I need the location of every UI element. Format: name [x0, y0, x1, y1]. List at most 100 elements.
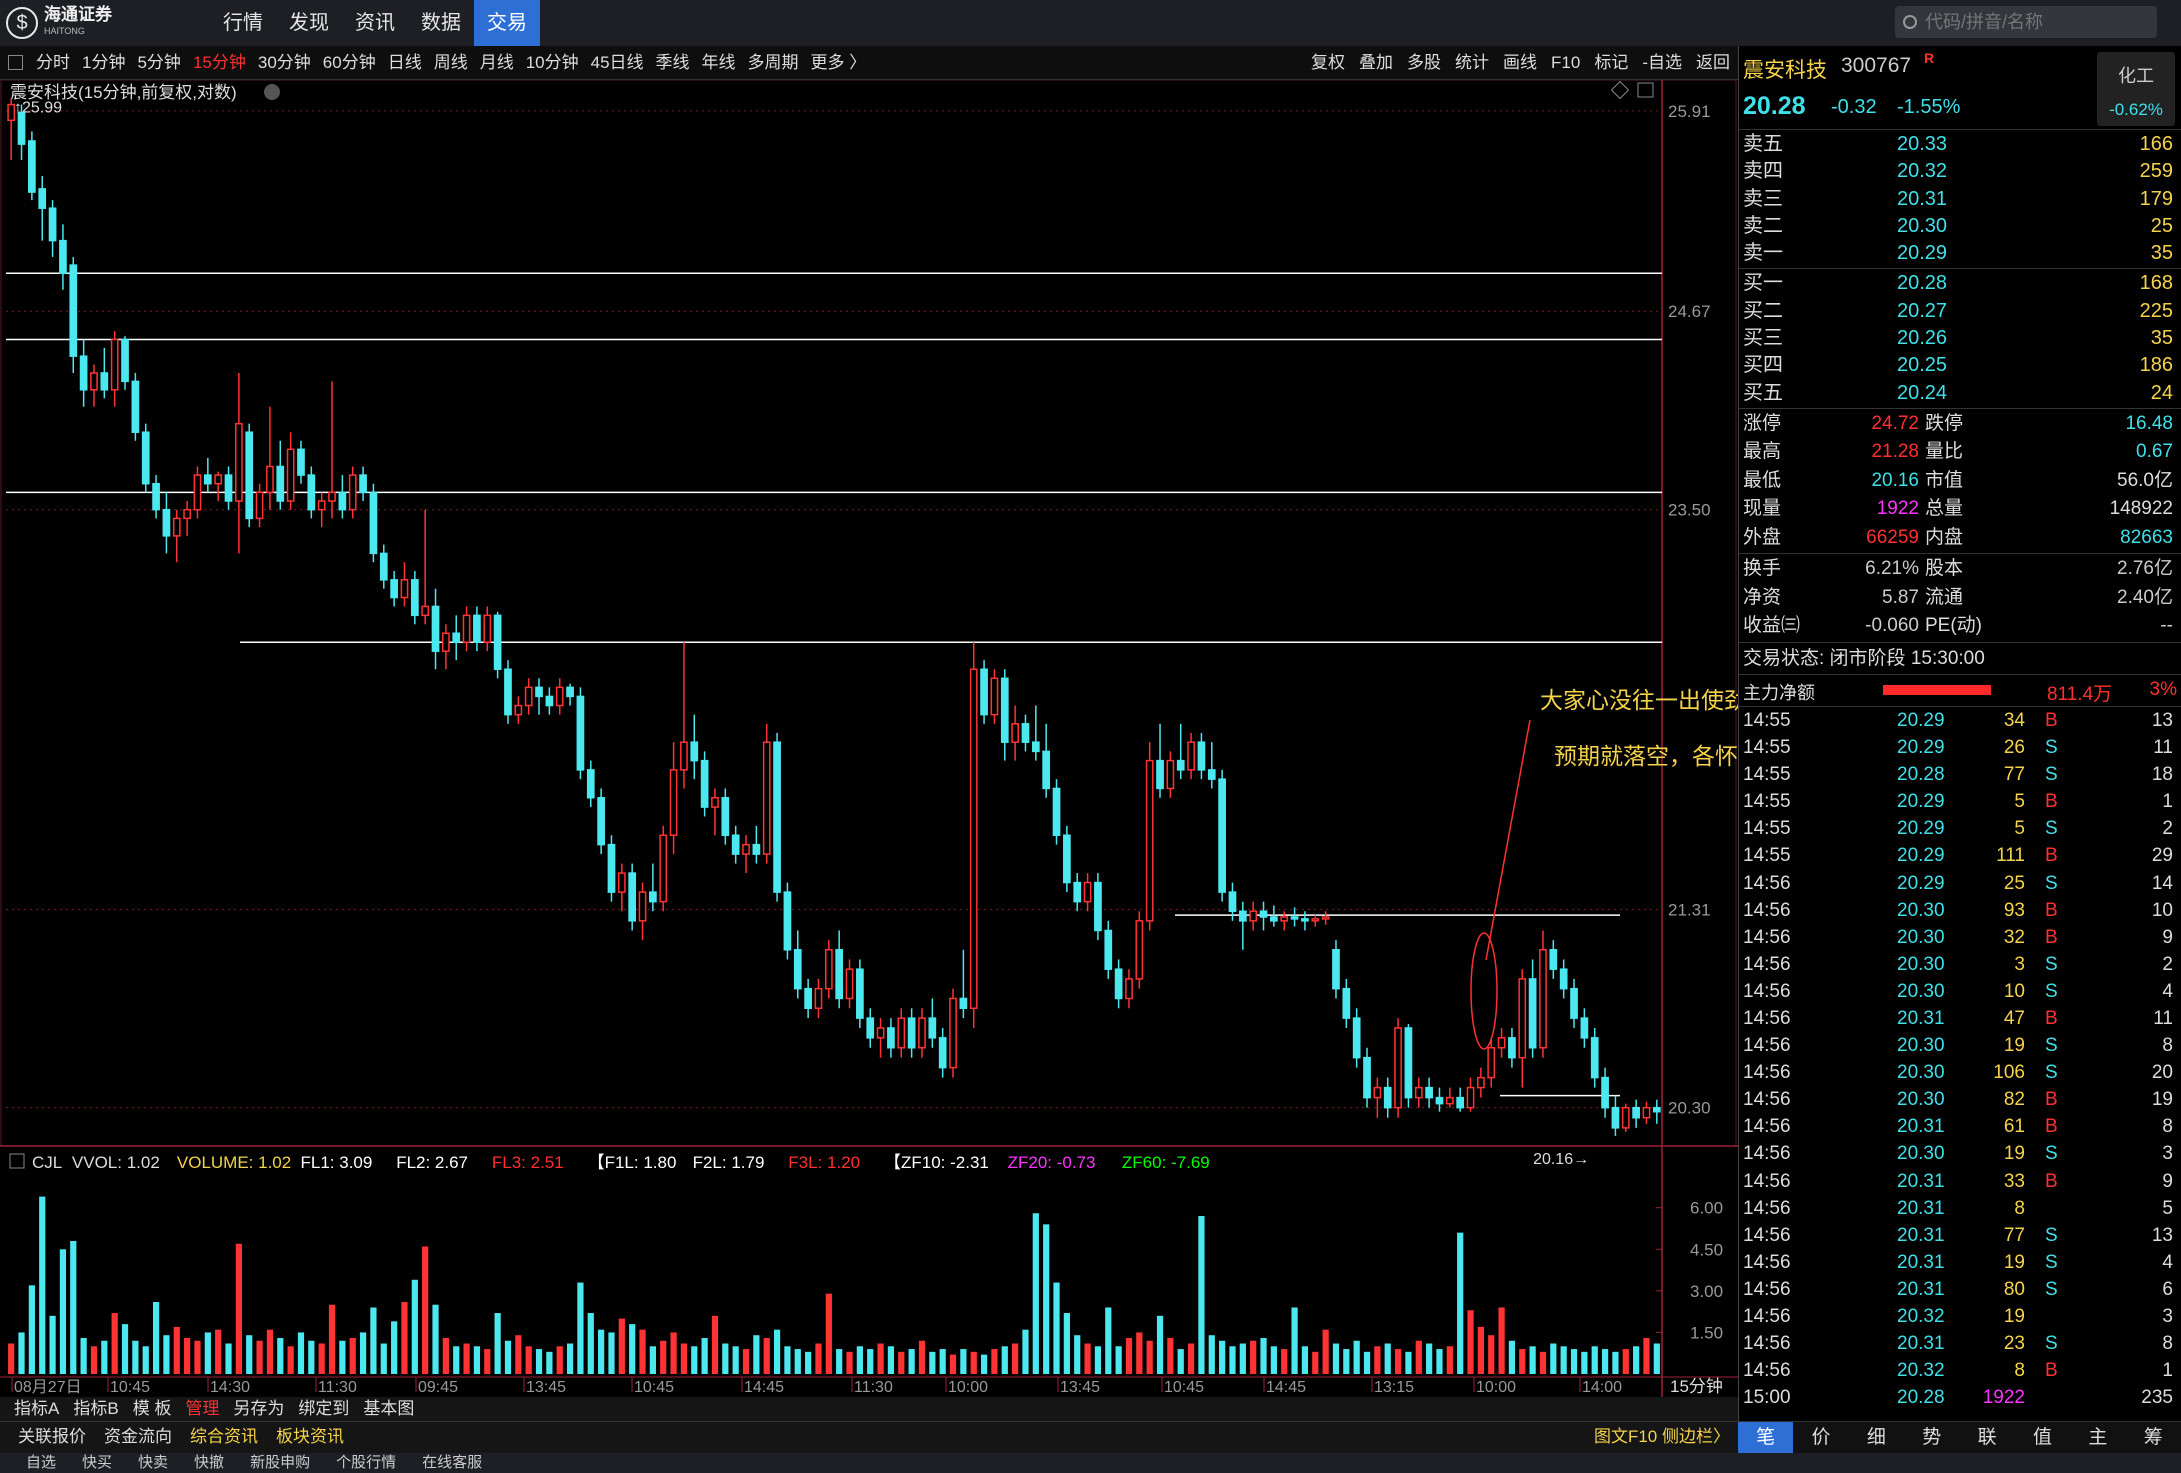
tick-row: 14:56 20.30 19 S 8: [1739, 1032, 2181, 1059]
tick-side: S: [2045, 737, 2058, 759]
period-tab-12[interactable]: 年线: [702, 46, 736, 80]
tool-3[interactable]: 统计: [1455, 46, 1489, 80]
nav-0[interactable]: 行情: [210, 0, 276, 46]
sidebar-tab-1[interactable]: 价: [1793, 1422, 1848, 1453]
candle-body: [1042, 750, 1051, 790]
sidebar-tab-2[interactable]: 细: [1849, 1422, 1904, 1453]
candle-body: [193, 474, 202, 511]
tick-price: 20.30: [1897, 1035, 1945, 1057]
period-tab-9[interactable]: 10分钟: [526, 46, 579, 80]
indicator-tab-0[interactable]: 指标A: [14, 1397, 59, 1421]
nav-2[interactable]: 资讯: [342, 0, 408, 46]
tool-2[interactable]: 多股: [1407, 46, 1441, 80]
tool-5[interactable]: F10: [1551, 46, 1580, 80]
tick-volume: 47: [2003, 1008, 2025, 1029]
tool-8[interactable]: 返回: [1696, 46, 1730, 80]
status-item-4[interactable]: 新股申购: [250, 1453, 310, 1473]
candle: [566, 683, 574, 706]
status-item-1[interactable]: 快买: [82, 1453, 112, 1473]
kline-chart[interactable]: 震安科技(15分钟,前复权,对数)25.9124.6723.5021.3120.…: [0, 80, 1738, 1397]
sidebar-tab-3[interactable]: 势: [1904, 1422, 1959, 1453]
tick-volume: 33: [2003, 1170, 2025, 1192]
period-tab-6[interactable]: 日线: [388, 46, 422, 80]
indicator-tab-1[interactable]: 指标B: [73, 1397, 118, 1421]
tick-price: 20.30: [1897, 926, 1945, 948]
volume-bar: [1560, 1346, 1567, 1374]
info-tab-1[interactable]: 资金流向: [104, 1422, 172, 1452]
trade-status: 交易状态: 闭市阶段 15:30:00: [1739, 643, 2181, 675]
window-box-icon[interactable]: [8, 55, 23, 70]
period-tabs: 分时 1分钟 5分钟 15分钟 30分钟 60分钟 日线 周线 月线 10分钟 45日线 季线 年线 多周…: [36, 46, 878, 80]
tool-1[interactable]: 叠加: [1359, 46, 1393, 80]
candle-body: [452, 632, 461, 643]
nav-4[interactable]: 交易: [474, 0, 540, 46]
tool-0[interactable]: 复权: [1311, 46, 1345, 80]
period-tab-13[interactable]: 多周期: [748, 46, 799, 80]
candle: [214, 471, 223, 502]
candle-body: [162, 508, 171, 537]
f10-sidebar-toggle[interactable]: 图文F10 侧边栏〉: [1594, 1422, 1730, 1452]
tool-7[interactable]: -自选: [1642, 46, 1682, 80]
status-item-5[interactable]: 个股行情: [336, 1453, 396, 1473]
nav-1[interactable]: 发现: [276, 0, 342, 46]
candle-body: [1549, 949, 1558, 970]
x-tick-label: 10:45: [110, 1379, 150, 1396]
indicator-tab-3[interactable]: 管理: [185, 1397, 219, 1421]
candle-body: [359, 474, 367, 494]
volume-bar: [1219, 1340, 1226, 1374]
status-item-3[interactable]: 快撤: [194, 1453, 224, 1473]
volume-bar: [1136, 1332, 1143, 1374]
candle: [473, 606, 481, 652]
period-tab-3[interactable]: 15分钟: [193, 46, 246, 80]
status-item-6[interactable]: 在线客服: [422, 1453, 482, 1473]
period-tab-2[interactable]: 5分钟: [137, 46, 180, 80]
info-tab-3[interactable]: 板块资讯: [276, 1422, 344, 1452]
indicator-tab-5[interactable]: 绑定到: [298, 1397, 349, 1421]
candle-body: [1642, 1106, 1651, 1119]
sidebar-tab-7[interactable]: 筹: [2126, 1422, 2181, 1453]
search-input[interactable]: [1925, 11, 2145, 33]
search-box[interactable]: [1895, 6, 2157, 38]
sidebar-tab-6[interactable]: 主: [2070, 1422, 2125, 1453]
volume-bar: [1281, 1349, 1288, 1374]
candle: [1000, 669, 1009, 761]
info-tab-2[interactable]: 综合资讯: [190, 1422, 258, 1452]
candle: [1249, 901, 1258, 931]
period-tab-8[interactable]: 月线: [480, 46, 514, 80]
tool-6[interactable]: 标记: [1594, 46, 1628, 80]
sidebar-tab-5[interactable]: 值: [2015, 1422, 2070, 1453]
volume-tick-label: 4.50: [1690, 1240, 1723, 1259]
volume-bar: [1436, 1349, 1443, 1374]
indicator-tab-4[interactable]: 另存为: [233, 1397, 284, 1421]
period-tab-7[interactable]: 周线: [434, 46, 468, 80]
period-tab-1[interactable]: 1分钟: [82, 46, 125, 80]
period-tab-10[interactable]: 45日线: [591, 46, 644, 80]
candle: [918, 1008, 926, 1058]
volume-bar: [49, 1315, 56, 1374]
volume-bar: [504, 1340, 512, 1374]
tick-side: B: [2045, 1170, 2058, 1192]
tool-4[interactable]: 画线: [1503, 46, 1537, 80]
nav-3[interactable]: 数据: [408, 0, 474, 46]
period-tab-0[interactable]: 分时: [36, 46, 70, 80]
indicator-tab-2[interactable]: 模 板: [133, 1397, 172, 1421]
info-tab-0[interactable]: 关联报价: [18, 1422, 86, 1452]
period-tab-4[interactable]: 30分钟: [258, 46, 311, 80]
candle-body: [638, 891, 647, 922]
volume-bar: [949, 1354, 957, 1374]
period-tab-14[interactable]: 更多 〉: [811, 46, 867, 80]
tick-time: 14:55: [1743, 791, 1791, 813]
tick-list[interactable]: 14:55 20.29 34 B 13 14:55 20.29 26 S 11 14:55 20.28…: [1739, 707, 2181, 1411]
status-item-0[interactable]: 自选: [26, 1453, 56, 1473]
sidebar-tab-4[interactable]: 联: [1960, 1422, 2015, 1453]
indicator-tab-6[interactable]: 基本图: [363, 1397, 414, 1421]
industry-box[interactable]: 化工 -0.62%: [2097, 52, 2175, 126]
sidebar-tab-0[interactable]: 笔: [1738, 1422, 1794, 1453]
candle-body: [431, 605, 440, 652]
tick-time: 14:55: [1743, 764, 1791, 786]
period-tab-11[interactable]: 季线: [656, 46, 690, 80]
bids-price: 20.25: [1897, 354, 1948, 377]
status-item-2[interactable]: 快卖: [138, 1453, 168, 1473]
x-tick-label: 10:00: [948, 1379, 988, 1396]
period-tab-5[interactable]: 60分钟: [323, 46, 376, 80]
